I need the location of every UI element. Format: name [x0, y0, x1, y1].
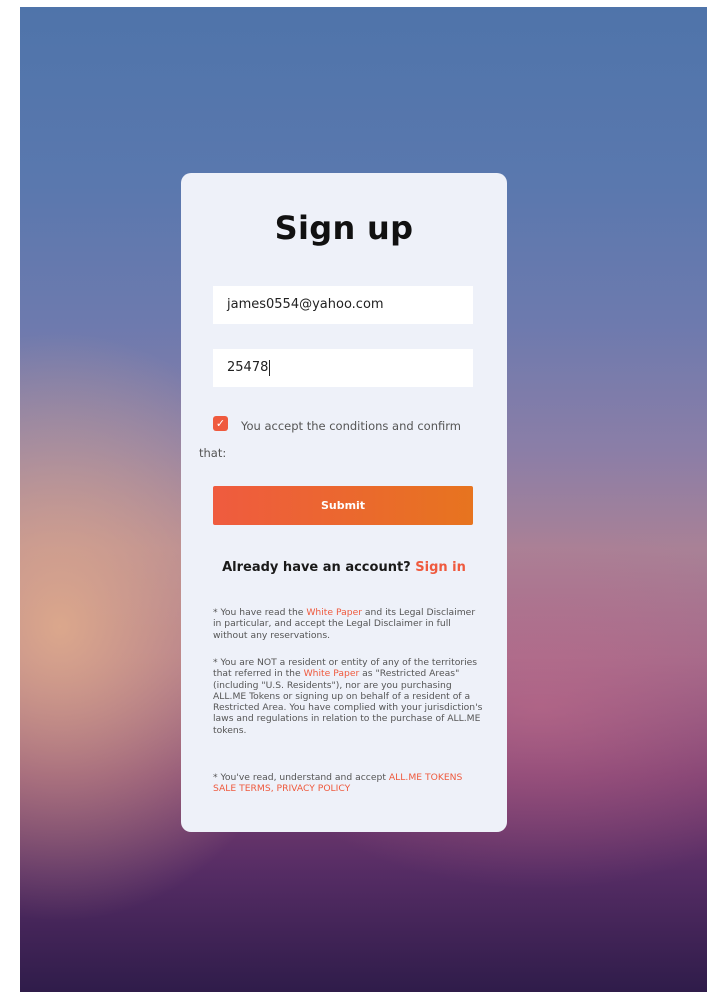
- email-value: james0554@yahoo.com: [227, 297, 384, 312]
- legal-item-white-paper: * You have read the White Paper and its …: [213, 607, 483, 641]
- code-field[interactable]: 25478: [213, 349, 473, 387]
- background: Sign up james0554@yahoo.com 25478 You ac…: [20, 7, 707, 992]
- page-title: Sign up: [274, 209, 414, 247]
- legal-item-terms: * You've read, understand and accept ALL…: [213, 772, 483, 795]
- code-value: 25478: [227, 360, 269, 375]
- accept-conditions-label: You accept the conditions and confirm th…: [199, 419, 461, 460]
- signup-card: Sign up james0554@yahoo.com 25478 You ac…: [181, 173, 507, 832]
- check-icon: ✓: [215, 417, 226, 430]
- signin-link[interactable]: Sign in: [415, 560, 466, 575]
- white-paper-link[interactable]: White Paper: [304, 668, 360, 679]
- accept-checkbox[interactable]: ✓: [213, 416, 228, 431]
- text-caret: [269, 359, 271, 376]
- legal-item-restricted-areas: * You are NOT a resident or entity of an…: [213, 657, 483, 736]
- white-paper-link[interactable]: White Paper: [306, 607, 362, 618]
- submit-button[interactable]: Submit: [213, 486, 473, 525]
- signin-prompt: Already have an account?: [222, 560, 411, 575]
- legal-text: * You have read the: [213, 607, 304, 618]
- privacy-policy-link[interactable]: PRIVACY POLICY: [277, 783, 351, 794]
- email-field[interactable]: james0554@yahoo.com: [213, 286, 473, 324]
- legal-text: * You've read, understand and accept: [213, 772, 386, 783]
- signin-row: Already have an account? Sign in: [181, 560, 507, 575]
